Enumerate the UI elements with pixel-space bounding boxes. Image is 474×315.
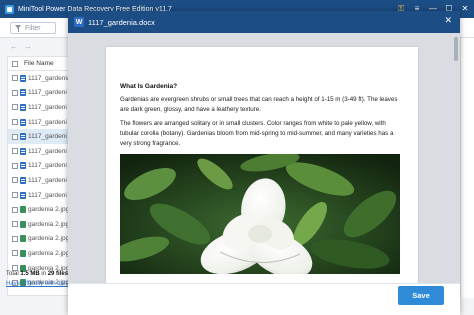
dialog-titlebar: W 1117_gardenia.docx ✕ <box>68 11 460 33</box>
word-document-icon: W <box>74 17 84 27</box>
file-row-label: 1117_gardeni <box>28 103 67 111</box>
image-file-icon <box>20 249 26 257</box>
file-row-label: 1117_gardeni <box>28 191 67 199</box>
filter-icon <box>15 24 22 32</box>
file-row-checkbox[interactable] <box>12 133 18 140</box>
back-arrow-icon[interactable]: ← <box>10 42 18 51</box>
help-link[interactable]: Have difficulty with data <box>6 281 69 287</box>
file-row-label: 1117_gardeni <box>28 147 67 155</box>
file-row[interactable]: 1117_gardeni <box>8 188 68 203</box>
file-row-label: gardenia 2.jpg <box>28 235 68 243</box>
file-row-checkbox[interactable] <box>12 235 18 242</box>
save-button[interactable]: Save <box>398 286 444 305</box>
word-file-icon <box>20 191 26 199</box>
file-row-checkbox[interactable] <box>12 104 18 111</box>
document-paragraph-1: Gardenias are evergreen shrubs or small … <box>120 96 398 113</box>
word-file-icon <box>20 176 26 184</box>
file-row[interactable]: 1117_gardeni <box>8 115 68 130</box>
file-row[interactable]: 1117_gardeni <box>8 129 68 144</box>
file-name-column-header[interactable]: File Name <box>24 60 54 67</box>
file-row-checkbox[interactable] <box>12 162 18 169</box>
forward-arrow-icon[interactable]: → <box>24 42 32 51</box>
right-panel-edge <box>460 38 474 298</box>
file-row[interactable]: 1117_gardeni <box>8 144 68 159</box>
file-row[interactable]: 1117_gardeni <box>8 100 68 115</box>
preview-scrollbar-track[interactable] <box>453 37 458 281</box>
filter-button[interactable]: Filter <box>10 22 56 34</box>
file-row-checkbox[interactable] <box>12 250 18 257</box>
file-row[interactable]: 1117_gardeni <box>8 173 68 188</box>
file-row-checkbox[interactable] <box>12 206 18 213</box>
document-heading: What Is Gardenia? <box>120 83 178 90</box>
file-row-label: 1117_gardeni <box>28 118 67 126</box>
total-prefix: Total <box>6 271 21 277</box>
file-row[interactable]: 1117_gardenia <box>8 71 68 86</box>
file-row-label: gardenia 2.jpg <box>28 220 68 228</box>
word-file-icon <box>20 162 26 170</box>
file-row-checkbox[interactable] <box>12 89 18 96</box>
document-paragraph-2: The flowers are arranged solitary or in … <box>120 120 394 147</box>
gardenia-photo <box>120 153 400 274</box>
file-row-checkbox[interactable] <box>12 75 18 82</box>
file-row-checkbox[interactable] <box>12 221 18 228</box>
file-row[interactable]: gardenia 2.jpg <box>8 202 68 217</box>
filter-label: Filter <box>25 24 41 32</box>
word-file-icon <box>20 103 26 111</box>
nav-row: ← → <box>0 38 68 54</box>
total-size: 1.5 MB <box>20 271 40 277</box>
word-file-icon <box>20 147 26 155</box>
file-row-label: gardenia 2.jpg <box>28 249 68 257</box>
file-row[interactable]: 1117_gardeni <box>8 86 68 101</box>
app-close-button[interactable]: ✕ <box>460 5 470 13</box>
image-file-icon <box>20 206 26 214</box>
dialog-close-button[interactable]: ✕ <box>444 16 452 25</box>
file-row-label: 1117_gardeni <box>28 162 67 170</box>
preview-scrollbar-thumb[interactable] <box>454 37 458 61</box>
file-row[interactable]: gardenia 2.jpg <box>8 217 68 232</box>
file-row-checkbox[interactable] <box>12 119 18 126</box>
file-row-label: 1117_gardeni <box>28 89 67 97</box>
app-logo-icon <box>5 4 14 14</box>
file-rows: 1117_gardenia 1117_gardeni 1117_gardeni 111… <box>8 71 68 290</box>
file-row-label: 1117_gardenia <box>28 74 68 82</box>
file-list-panel: File Name 1117_gardenia 1117_gardeni 1117_… <box>7 56 69 296</box>
gardenia-photo-svg <box>120 153 400 274</box>
document-preview-area[interactable]: What Is Gardenia? Gardenias are evergree… <box>68 33 460 283</box>
file-row-label: 1117_gardeni <box>28 176 67 184</box>
dialog-title: 1117_gardenia.docx <box>88 17 155 27</box>
word-file-icon <box>20 118 26 126</box>
file-row[interactable]: gardenia 2.jpg <box>8 246 68 261</box>
file-row-label: 1117_gardeni <box>28 133 67 141</box>
document-page: What Is Gardenia? Gardenias are evergree… <box>106 47 418 283</box>
file-row[interactable]: gardenia 2.jpg <box>8 232 68 247</box>
word-file-icon <box>20 133 26 141</box>
total-mid: in <box>39 271 48 277</box>
word-file-icon <box>20 74 26 82</box>
preview-dialog: W 1117_gardenia.docx ✕ What Is Gardenia?… <box>68 11 460 315</box>
image-file-icon <box>20 235 26 243</box>
file-row-label: gardenia 2.jpg <box>28 206 68 214</box>
file-list-header: File Name <box>8 57 68 71</box>
file-row-checkbox[interactable] <box>12 148 18 155</box>
word-file-icon <box>20 89 26 97</box>
total-summary: Total 1.5 MB in 29 files <box>6 271 68 277</box>
file-row-checkbox[interactable] <box>12 177 18 184</box>
file-row[interactable]: 1117_gardeni <box>8 159 68 174</box>
file-row-checkbox[interactable] <box>12 192 18 199</box>
total-count: 29 files <box>47 271 69 277</box>
image-file-icon <box>20 220 26 228</box>
select-all-checkbox[interactable] <box>12 60 18 67</box>
